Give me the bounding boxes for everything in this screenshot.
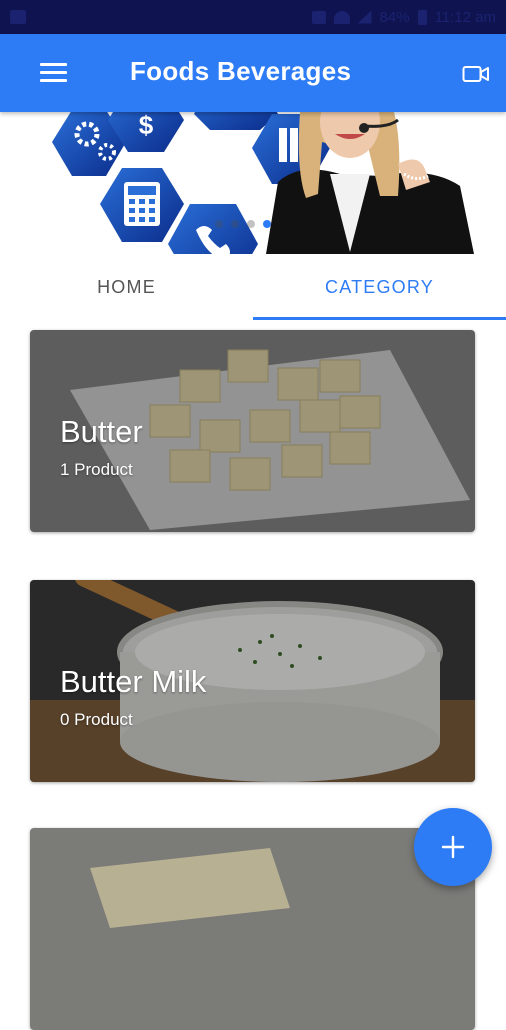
- category-title: Butter Milk: [60, 664, 207, 699]
- svg-text:$: $: [139, 112, 154, 140]
- carousel-dot[interactable]: [215, 220, 223, 228]
- category-card-butter-milk[interactable]: Butter Milk 0 Product: [30, 580, 475, 782]
- add-button[interactable]: [414, 808, 492, 886]
- carousel-indicators: [215, 220, 271, 228]
- app-bar: Foods Beverages: [0, 34, 506, 112]
- carousel-dot[interactable]: [247, 220, 255, 228]
- wifi-icon: [333, 10, 350, 24]
- category-card-partial[interactable]: [30, 828, 475, 1030]
- status-bar: 84% 11:12 am: [0, 0, 506, 34]
- phone-icon: [168, 204, 258, 254]
- category-image: [30, 828, 475, 1030]
- image-icon: [10, 10, 26, 24]
- carousel-dot[interactable]: [231, 220, 239, 228]
- category-card-butter[interactable]: Butter 1 Product: [30, 330, 475, 532]
- plus-icon: [441, 835, 465, 859]
- tab-home[interactable]: HOME: [0, 254, 253, 320]
- tab-category[interactable]: CATEGORY: [253, 254, 506, 320]
- mute-icon: [311, 10, 326, 24]
- signal-icon: [357, 10, 372, 24]
- category-title: Butter: [60, 414, 143, 449]
- app-title: Foods Beverages: [130, 56, 352, 86]
- category-product-count: 1 Product: [60, 460, 133, 479]
- banner-carousel[interactable]: $: [0, 112, 506, 254]
- carousel-dot-active[interactable]: [263, 220, 271, 228]
- battery-percent: 84%: [379, 8, 410, 26]
- video-camera-icon[interactable]: [462, 65, 490, 83]
- tab-bar: HOME CATEGORY: [0, 254, 506, 320]
- calculator-icon: [100, 168, 184, 242]
- clock: 11:12 am: [434, 8, 496, 26]
- banner-image: $: [52, 112, 474, 254]
- category-product-count: 0 Product: [60, 710, 133, 729]
- hamburger-menu-icon[interactable]: [40, 63, 67, 83]
- battery-icon: [417, 9, 427, 25]
